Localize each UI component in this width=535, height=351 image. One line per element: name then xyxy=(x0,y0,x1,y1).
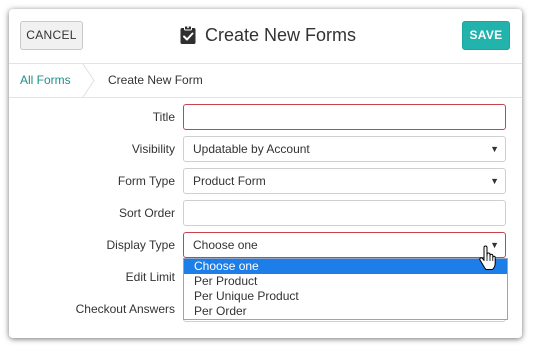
visibility-select[interactable]: Updatable by Account ▼ xyxy=(183,136,506,162)
form-type-label: Form Type xyxy=(117,174,175,188)
sort-order-row: Sort Order xyxy=(9,200,522,226)
hand-pointer-cursor-icon xyxy=(479,245,496,270)
visibility-label: Visibility xyxy=(131,142,175,156)
breadcrumb: All Forms Create New Form xyxy=(9,64,522,98)
form-type-row: Form Type Product Form ▼ xyxy=(9,168,522,194)
edit-limit-label: Edit Limit xyxy=(125,270,175,284)
dropdown-option-per-product[interactable]: Per Product xyxy=(184,274,507,289)
display-type-value: Choose one xyxy=(193,238,258,252)
cancel-button[interactable]: CANCEL xyxy=(20,21,83,50)
dropdown-option-choose-one[interactable]: Choose one xyxy=(184,259,507,274)
create-form-dialog: CANCEL Create New Forms SAVE All Forms C… xyxy=(9,9,522,338)
display-type-dropdown: Choose one Per Product Per Unique Produc… xyxy=(183,258,508,320)
display-type-select[interactable]: Choose one ▼ xyxy=(183,232,506,258)
form-type-select[interactable]: Product Form ▼ xyxy=(183,168,506,194)
visibility-row: Visibility Updatable by Account ▼ xyxy=(9,136,522,162)
checkout-answers-label: Checkout Answers xyxy=(75,302,175,316)
dialog-header: CANCEL Create New Forms SAVE xyxy=(9,9,522,64)
page-title: Create New Forms xyxy=(205,24,357,45)
dropdown-option-per-unique-product[interactable]: Per Unique Product xyxy=(184,289,507,304)
visibility-value: Updatable by Account xyxy=(193,142,310,156)
display-type-label: Display Type xyxy=(106,238,175,252)
form-type-value: Product Form xyxy=(193,174,266,188)
caret-down-icon: ▼ xyxy=(490,144,499,154)
dialog-title: Create New Forms xyxy=(179,23,356,47)
sort-order-label: Sort Order xyxy=(118,206,175,220)
display-type-row: Display Type Choose one ▼ xyxy=(9,232,522,258)
dropdown-option-per-order[interactable]: Per Order xyxy=(184,304,507,319)
title-row: Title xyxy=(9,104,522,130)
save-button[interactable]: SAVE xyxy=(462,21,510,50)
sort-order-input[interactable] xyxy=(183,200,506,226)
breadcrumb-chevron-icon xyxy=(82,64,95,97)
title-input[interactable] xyxy=(183,104,506,130)
title-label: Title xyxy=(152,110,175,124)
clipboard-check-icon xyxy=(180,25,196,44)
breadcrumb-all-forms[interactable]: All Forms xyxy=(20,64,71,97)
caret-down-icon: ▼ xyxy=(490,176,499,186)
breadcrumb-current: Create New Form xyxy=(108,73,203,87)
